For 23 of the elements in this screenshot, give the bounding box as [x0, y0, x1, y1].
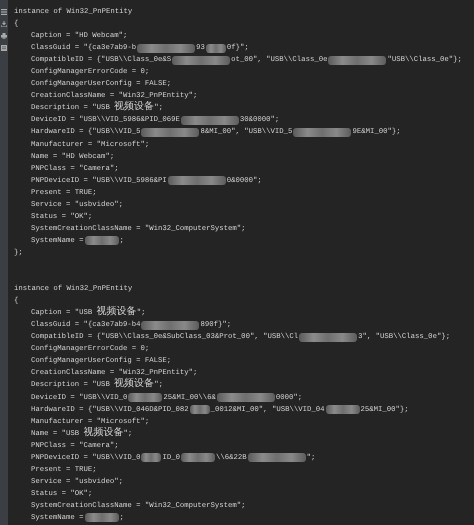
redaction-blur [190, 405, 210, 414]
lines-icon[interactable] [1, 9, 7, 15]
redaction-blur [172, 56, 230, 65]
redaction-blur [328, 56, 386, 65]
page-icon[interactable] [1, 45, 7, 51]
printer-icon[interactable] [1, 33, 7, 39]
redaction-blur [128, 393, 162, 402]
tray-icon[interactable] [1, 21, 7, 27]
redaction-blur [84, 236, 119, 246]
redaction-blur [181, 453, 215, 462]
redaction-blur [248, 453, 306, 462]
redaction-blur [216, 393, 275, 402]
redaction-blur [84, 513, 119, 522]
redaction-blur [326, 405, 360, 414]
redaction-blur [141, 453, 162, 462]
redaction-blur [141, 320, 200, 330]
redaction-blur [293, 128, 352, 137]
redaction-blur [141, 128, 200, 137]
redaction-blur [180, 116, 239, 125]
redaction-blur [206, 44, 226, 53]
redaction-blur [299, 332, 358, 342]
redaction-blur [168, 176, 226, 186]
redaction-blur [137, 44, 196, 53]
